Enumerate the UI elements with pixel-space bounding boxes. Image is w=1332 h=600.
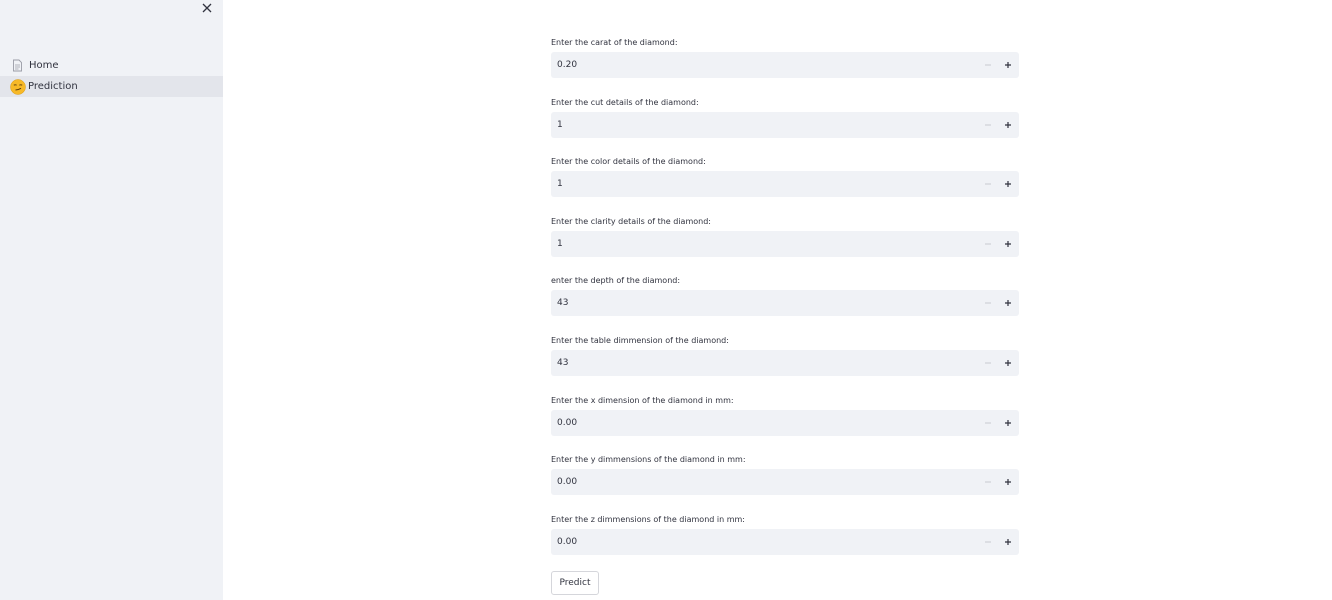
number-input-value[interactable]: [557, 350, 957, 376]
decrement-button[interactable]: [978, 52, 998, 78]
increment-button[interactable]: [998, 171, 1018, 197]
minus-icon: [985, 422, 991, 424]
increment-button[interactable]: [998, 529, 1018, 555]
decrement-button[interactable]: [978, 231, 998, 257]
sidebar: Home Prediction: [0, 0, 223, 600]
number-input-value[interactable]: [557, 469, 957, 495]
plus-icon: [1005, 479, 1011, 485]
increment-button[interactable]: [998, 231, 1018, 257]
sidebar-item-label: Home: [29, 60, 59, 71]
plus-icon: [1005, 360, 1011, 366]
plus-icon: [1005, 539, 1011, 545]
sidebar-item-label: Prediction: [28, 81, 78, 92]
minus-icon: [985, 183, 991, 185]
number-input-value[interactable]: [557, 410, 957, 436]
number-input-value[interactable]: [557, 112, 957, 138]
decrement-button[interactable]: [978, 171, 998, 197]
number-input-value[interactable]: [557, 52, 957, 78]
predict-button[interactable]: Predict: [551, 571, 599, 595]
depth-number-input: [551, 290, 1019, 316]
carat-number-input: [551, 52, 1019, 78]
minus-icon: [985, 64, 991, 66]
decrement-button[interactable]: [978, 410, 998, 436]
plus-icon: [1005, 62, 1011, 68]
field-label: Enter the cut details of the diamond:: [551, 98, 699, 107]
decrement-button[interactable]: [978, 290, 998, 316]
plus-icon: [1005, 241, 1011, 247]
field-label: Enter the x dimension of the diamond in …: [551, 396, 734, 405]
increment-button[interactable]: [998, 350, 1018, 376]
field-label: Enter the z dimmensions of the diamond i…: [551, 515, 745, 524]
smirk-emoji-icon: [10, 78, 26, 95]
increment-button[interactable]: [998, 290, 1018, 316]
sidebar-nav: Home Prediction: [0, 55, 223, 97]
increment-button[interactable]: [998, 410, 1018, 436]
increment-button[interactable]: [998, 52, 1018, 78]
plus-icon: [1005, 300, 1011, 306]
number-input-value[interactable]: [557, 231, 957, 257]
increment-button[interactable]: [998, 469, 1018, 495]
number-input-value[interactable]: [557, 171, 957, 197]
minus-icon: [985, 362, 991, 364]
field-label: Enter the clarity details of the diamond…: [551, 217, 711, 226]
decrement-button[interactable]: [978, 469, 998, 495]
number-input-value[interactable]: [557, 529, 957, 555]
number-input-value[interactable]: [557, 290, 957, 316]
z-dimension-number-input: [551, 529, 1019, 555]
decrement-button[interactable]: [978, 112, 998, 138]
table-number-input: [551, 350, 1019, 376]
increment-button[interactable]: [998, 112, 1018, 138]
decrement-button[interactable]: [978, 350, 998, 376]
minus-icon: [985, 481, 991, 483]
color-number-input: [551, 171, 1019, 197]
field-label: Enter the carat of the diamond:: [551, 38, 678, 47]
minus-icon: [985, 124, 991, 126]
sidebar-item-home[interactable]: Home: [0, 55, 223, 76]
field-label: Enter the color details of the diamond:: [551, 157, 706, 166]
field-label: enter the depth of the diamond:: [551, 276, 681, 285]
minus-icon: [985, 243, 991, 245]
close-icon: [202, 3, 212, 13]
sidebar-item-prediction[interactable]: Prediction: [0, 76, 223, 97]
field-label: Enter the y dimmensions of the diamond i…: [551, 455, 746, 464]
minus-icon: [985, 302, 991, 304]
plus-icon: [1005, 122, 1011, 128]
close-sidebar-button[interactable]: [199, 0, 215, 14]
minus-icon: [985, 541, 991, 543]
cut-number-input: [551, 112, 1019, 138]
plus-icon: [1005, 420, 1011, 426]
field-label: Enter the table dimmension of the diamon…: [551, 336, 729, 345]
x-dimension-number-input: [551, 410, 1019, 436]
page-icon: [11, 59, 23, 73]
plus-icon: [1005, 181, 1011, 187]
decrement-button[interactable]: [978, 529, 998, 555]
y-dimension-number-input: [551, 469, 1019, 495]
clarity-number-input: [551, 231, 1019, 257]
